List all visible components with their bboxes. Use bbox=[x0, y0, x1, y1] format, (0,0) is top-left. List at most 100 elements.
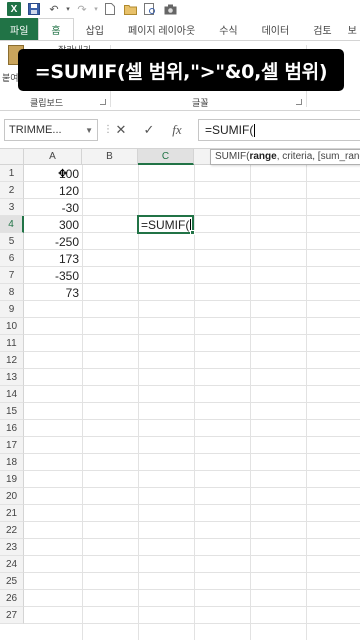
tab-data[interactable]: 데이터 bbox=[250, 18, 302, 40]
name-box[interactable]: TRIMME... ▼ bbox=[4, 119, 98, 141]
row-header[interactable]: 14 bbox=[0, 386, 24, 403]
column-gridline bbox=[306, 165, 307, 640]
row-gridline bbox=[24, 419, 360, 420]
row-header[interactable]: 27 bbox=[0, 607, 24, 624]
fill-handle[interactable] bbox=[190, 230, 195, 235]
row-gridline bbox=[24, 334, 360, 335]
row-header[interactable]: 21 bbox=[0, 505, 24, 522]
row-header[interactable]: 9 bbox=[0, 301, 24, 318]
row-header[interactable]: 20 bbox=[0, 488, 24, 505]
row-header[interactable]: 17 bbox=[0, 437, 24, 454]
active-cell-text: =SUMIF( bbox=[141, 217, 190, 232]
cell-a3[interactable]: -30 bbox=[24, 199, 82, 216]
clipboard-launcher-icon[interactable] bbox=[100, 99, 106, 105]
paste-button-label[interactable]: 붙여 bbox=[2, 71, 19, 84]
row-gridline bbox=[24, 555, 360, 556]
row-header[interactable]: 16 bbox=[0, 420, 24, 437]
cancel-button[interactable]: ✕ bbox=[110, 121, 132, 139]
new-file-icon[interactable] bbox=[100, 1, 120, 17]
row-header[interactable]: 13 bbox=[0, 369, 24, 386]
cell-a4[interactable]: 300 bbox=[24, 216, 82, 233]
row-gridline bbox=[24, 436, 360, 437]
tab-formulas[interactable]: 수식 bbox=[207, 18, 249, 40]
row-header[interactable]: 18 bbox=[0, 454, 24, 471]
column-header-a[interactable]: A bbox=[24, 149, 82, 165]
cell-a7[interactable]: -350 bbox=[24, 267, 82, 284]
open-folder-icon[interactable] bbox=[120, 1, 140, 17]
chevron-down-icon[interactable]: ▼ bbox=[85, 126, 93, 135]
row-gridline bbox=[24, 470, 360, 471]
row-gridline bbox=[24, 589, 360, 590]
cell-a2[interactable]: 120 bbox=[24, 182, 82, 199]
row-gridline bbox=[24, 385, 360, 386]
row-header[interactable]: 5 bbox=[0, 233, 24, 250]
cell-a8[interactable]: 73 bbox=[24, 284, 82, 301]
tab-page-layout[interactable]: 페이지 레이아웃 bbox=[116, 18, 207, 40]
select-all-corner[interactable] bbox=[0, 149, 24, 165]
tooltip-func: SUMIF( bbox=[215, 151, 250, 162]
row-header[interactable]: 12 bbox=[0, 352, 24, 369]
enter-button[interactable]: ✓ bbox=[138, 121, 160, 139]
row-gridline bbox=[24, 317, 360, 318]
row-gridline bbox=[24, 402, 360, 403]
row-gridline bbox=[24, 504, 360, 505]
cell-text-cursor bbox=[190, 218, 192, 231]
column-header-c[interactable]: C bbox=[138, 149, 194, 165]
formula-input[interactable]: =SUMIF( bbox=[198, 119, 360, 141]
formula-bar: TRIMME... ▼ ⋮ ✕ ✓ fx =SUMIF( bbox=[0, 111, 360, 149]
worksheet-grid[interactable]: A B C 1 2 3 4 5 6 7 8 9 10 11 12 13 14 15 16 17 18 19 20 21 2… bbox=[0, 149, 360, 640]
cell-a1[interactable]: 100 bbox=[24, 165, 82, 182]
row-gridline bbox=[24, 351, 360, 352]
row-header[interactable]: 11 bbox=[0, 335, 24, 352]
row-header[interactable]: 26 bbox=[0, 590, 24, 607]
insert-function-button[interactable]: fx bbox=[166, 121, 188, 139]
formula-caption: =SUMIF(셀 범위,">"&0,셀 범위) bbox=[18, 49, 344, 91]
redo-icon[interactable]: ↷ bbox=[72, 1, 92, 17]
camera-icon[interactable] bbox=[160, 1, 180, 17]
group-font-label: 글꼴 bbox=[192, 98, 209, 108]
cell-a5[interactable]: -250 bbox=[24, 233, 82, 250]
row-header[interactable]: 4 bbox=[0, 216, 24, 233]
row-header[interactable]: 10 bbox=[0, 318, 24, 335]
row-header[interactable]: 1 bbox=[0, 165, 24, 182]
row-gridline bbox=[24, 487, 360, 488]
row-header[interactable]: 6 bbox=[0, 250, 24, 267]
undo-icon[interactable]: ↶ bbox=[44, 1, 64, 17]
tooltip-current-arg[interactable]: range bbox=[249, 151, 276, 162]
row-header[interactable]: 23 bbox=[0, 539, 24, 556]
row-gridline bbox=[24, 538, 360, 539]
row-header[interactable]: 8 bbox=[0, 284, 24, 301]
row-header[interactable]: 3 bbox=[0, 199, 24, 216]
redo-dropdown-icon[interactable]: ▾ bbox=[92, 1, 100, 17]
function-tooltip: SUMIF(range, criteria, [sum_range]) bbox=[210, 149, 360, 165]
save-icon[interactable] bbox=[24, 1, 44, 17]
cell-a6[interactable]: 173 bbox=[24, 250, 82, 267]
column-header-b[interactable]: B bbox=[82, 149, 138, 165]
row-header[interactable]: 7 bbox=[0, 267, 24, 284]
column-gridline bbox=[82, 165, 83, 640]
tab-insert[interactable]: 삽입 bbox=[74, 18, 116, 40]
active-cell-c4[interactable]: =SUMIF( bbox=[137, 215, 194, 234]
row-header[interactable]: 22 bbox=[0, 522, 24, 539]
formula-text: =SUMIF( bbox=[205, 123, 254, 137]
row-header[interactable]: 25 bbox=[0, 573, 24, 590]
print-preview-icon[interactable] bbox=[140, 1, 160, 17]
name-box-value: TRIMME... bbox=[9, 124, 62, 136]
font-launcher-icon[interactable] bbox=[296, 99, 302, 105]
row-header[interactable]: 15 bbox=[0, 403, 24, 420]
row-header[interactable]: 19 bbox=[0, 471, 24, 488]
excel-logo-icon: X bbox=[4, 1, 24, 17]
undo-dropdown-icon[interactable]: ▾ bbox=[64, 1, 72, 17]
row-header[interactable]: 24 bbox=[0, 556, 24, 573]
tab-home[interactable]: 홈 bbox=[38, 18, 74, 40]
mouse-cursor-icon: ✥ bbox=[58, 168, 68, 180]
row-gridline bbox=[24, 606, 360, 607]
group-clipboard-label: 클립보드 bbox=[30, 98, 64, 108]
tooltip-rest-args[interactable]: , criteria, [sum_range]) bbox=[277, 151, 360, 162]
tab-view[interactable]: 보 bbox=[344, 18, 360, 40]
tab-file[interactable]: 파일 bbox=[0, 18, 39, 40]
row-header[interactable]: 2 bbox=[0, 182, 24, 199]
tab-review[interactable]: 검토 bbox=[301, 18, 343, 40]
row-gridline bbox=[24, 623, 360, 624]
column-gridline bbox=[250, 165, 251, 640]
